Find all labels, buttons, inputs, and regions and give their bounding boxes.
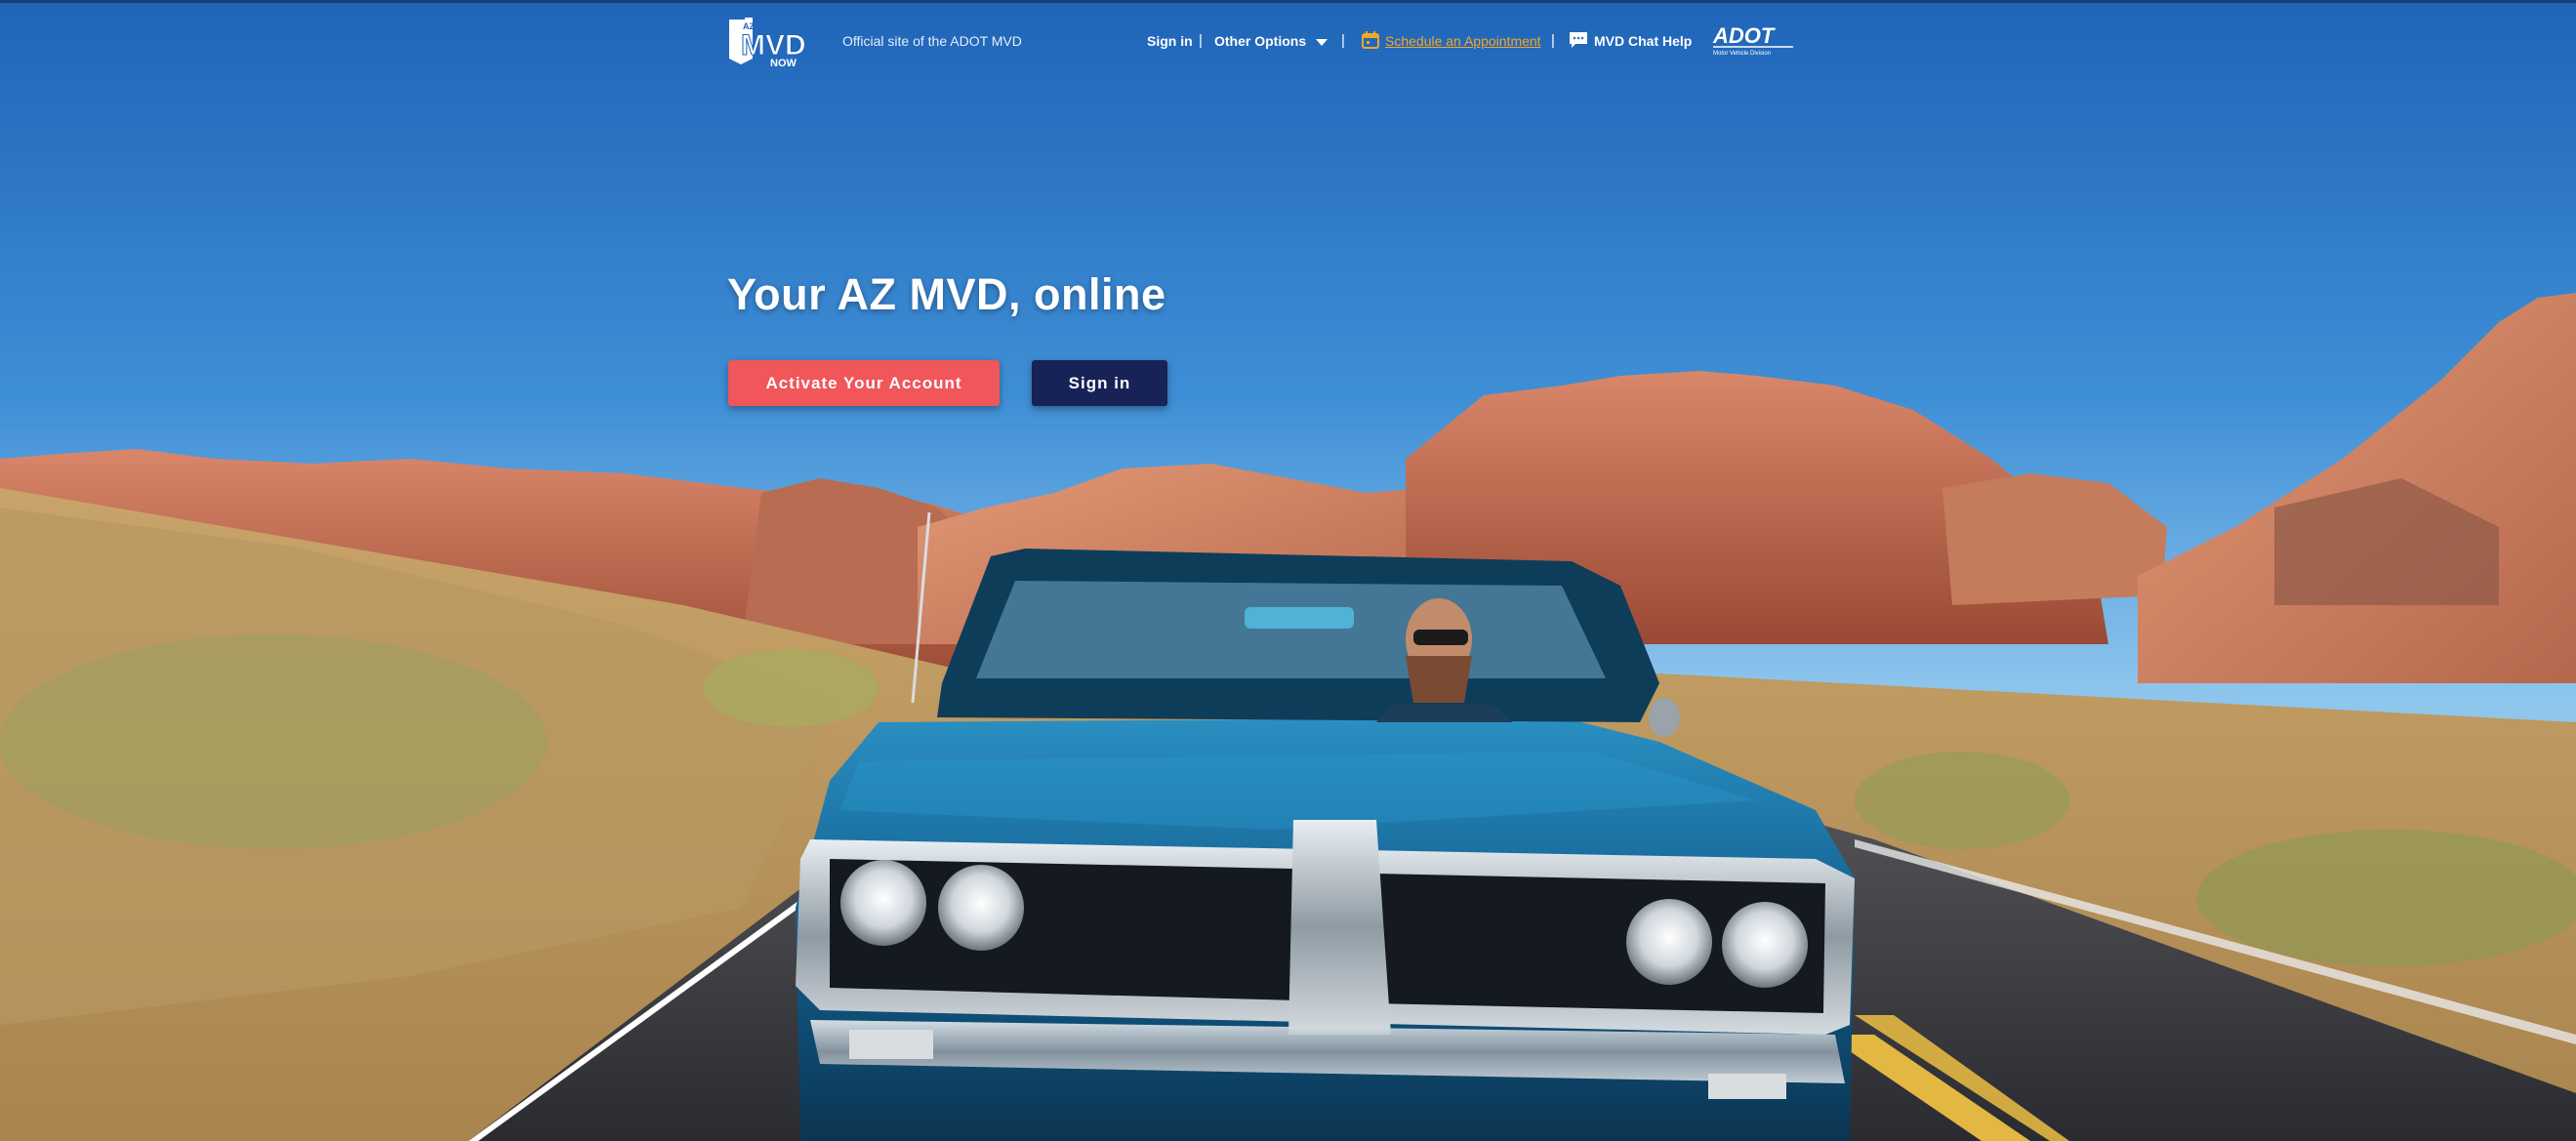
nav-separator: | <box>1341 32 1345 49</box>
schedule-appointment-link[interactable]: Schedule an Appointment <box>1385 31 1541 51</box>
adot-logo[interactable]: ADOT Motor Vehicle Division <box>1711 23 1797 59</box>
hero-background <box>0 0 2576 1141</box>
svg-text:ADOT: ADOT <box>1712 23 1776 48</box>
svg-text:NOW: NOW <box>770 58 797 68</box>
svg-text:Motor Vehicle Division: Motor Vehicle Division <box>1713 51 1771 57</box>
calendar-icon <box>1361 30 1380 50</box>
chat-bubble-icon <box>1569 30 1588 50</box>
caret-down-icon <box>1316 38 1329 46</box>
other-options-dropdown[interactable]: Other Options <box>1214 31 1329 51</box>
nav-separator: | <box>1199 32 1203 49</box>
header-sign-in-link[interactable]: Sign in <box>1147 31 1193 51</box>
hero-sign-in-button[interactable]: Sign in <box>1032 360 1167 406</box>
adot-logo-graphic: ADOT Motor Vehicle Division <box>1712 23 1793 57</box>
desert-road-scene <box>0 0 2576 1141</box>
nav-separator: | <box>1551 32 1555 49</box>
other-options-label: Other Options <box>1214 33 1307 49</box>
mvd-chat-help-link[interactable]: MVD Chat Help <box>1594 31 1692 51</box>
az-mvd-now-logo[interactable]: AZ MVD NOW <box>727 16 811 69</box>
site-tagline: Official site of the ADOT MVD <box>842 33 1022 49</box>
site-header: AZ MVD NOW Official site of the ADOT MVD… <box>0 0 2576 78</box>
hero-headline: Your AZ MVD, online <box>727 269 1166 319</box>
activate-account-button[interactable]: Activate Your Account <box>728 360 1000 406</box>
az-mvd-now-logo-graphic: AZ MVD NOW <box>729 18 806 69</box>
